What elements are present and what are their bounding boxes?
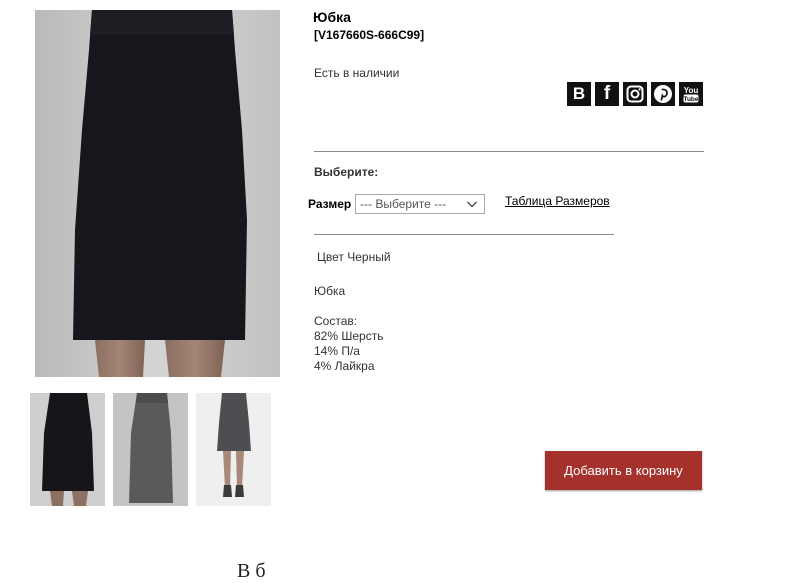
chevron-down-icon xyxy=(467,201,477,208)
product-title: Юбка xyxy=(313,9,351,25)
facebook-icon[interactable]: f xyxy=(595,82,619,106)
divider xyxy=(314,151,704,152)
size-label: Размер xyxy=(308,197,352,211)
product-main-image xyxy=(35,10,280,377)
composition-item: 4% Лайкра xyxy=(314,359,375,373)
thumbnail-black-skirt[interactable] xyxy=(30,393,105,506)
options-heading: Выберите: xyxy=(314,165,379,179)
composition-item: 82% Шерсть xyxy=(314,329,384,343)
divider xyxy=(314,234,614,235)
add-to-cart-button[interactable]: Добавить в корзину xyxy=(545,451,702,490)
product-color: Цвет Черный xyxy=(317,250,391,264)
stock-status: Есть в наличии xyxy=(314,66,400,80)
size-select[interactable]: --- Выберите --- xyxy=(355,194,485,214)
pinterest-icon[interactable] xyxy=(651,82,675,106)
size-select-value: --- Выберите --- xyxy=(360,197,447,211)
composition-item: 14% П/а xyxy=(314,344,360,358)
youtube-icon[interactable]: You Tube xyxy=(679,82,703,106)
product-sku: [V167660S-666C99] xyxy=(314,28,425,42)
thumbnail-grey-skirt[interactable] xyxy=(113,393,188,506)
vk-icon-letter: B xyxy=(572,84,586,103)
svg-text:You: You xyxy=(684,86,699,95)
instagram-icon[interactable] xyxy=(623,82,647,106)
vk-icon[interactable]: B xyxy=(567,82,591,106)
description-name: Юбка xyxy=(314,284,346,298)
thumbnail-skirt-full-length[interactable] xyxy=(196,393,271,506)
composition-heading: Состав: xyxy=(314,314,358,328)
size-chart-link[interactable]: Таблица Размеров xyxy=(505,194,610,208)
facebook-icon-letter: f xyxy=(603,83,611,104)
svg-text:Tube: Tube xyxy=(683,96,698,103)
